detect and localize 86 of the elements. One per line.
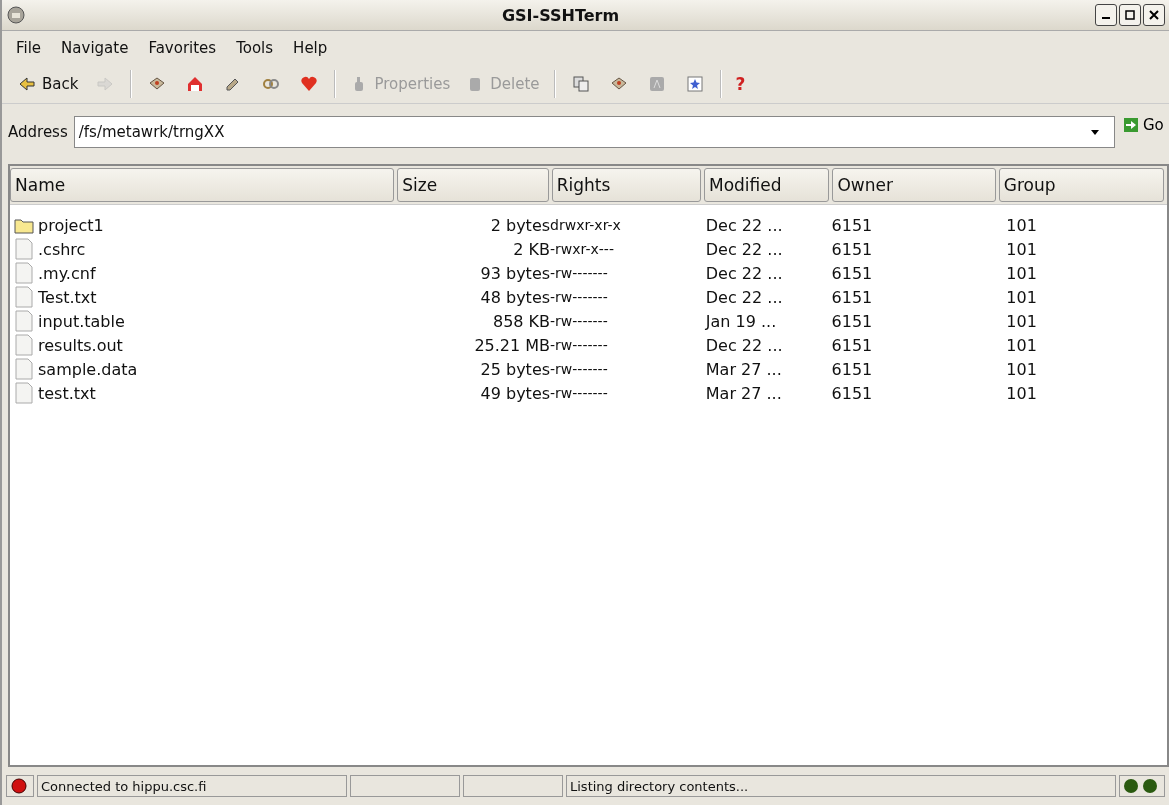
table-cell: 6151 (831, 383, 873, 403)
file-icon (14, 262, 34, 284)
arrow-right-icon (1123, 117, 1139, 133)
table-cell: 101 (1006, 287, 1037, 307)
column-header[interactable]: Group (998, 168, 1164, 202)
table-cell: 6151 (831, 263, 873, 283)
file-icon (14, 238, 34, 260)
table-cell: 101 (1006, 383, 1037, 403)
menu-item[interactable]: Help (287, 39, 342, 57)
table-cell: 48 bytes (480, 287, 551, 307)
table-cell: 25 bytes (480, 359, 551, 379)
address-label: Address (8, 123, 68, 141)
arrow-left-icon (18, 75, 36, 93)
folder-icon (14, 216, 34, 234)
maximize-icon (1125, 10, 1135, 20)
table-cell: -rw------- (550, 313, 608, 329)
minimize-icon (1102, 17, 1110, 19)
column-header[interactable]: Owner (832, 168, 996, 202)
table-cell: 101 (1006, 215, 1037, 235)
table-cell: drwxr-xr-x (550, 217, 621, 233)
status-activity: Listing directory contents... (566, 775, 1116, 797)
file-name[interactable]: Test.txt (38, 287, 97, 307)
table-cell: 6151 (831, 239, 873, 259)
file-icon (14, 382, 34, 404)
table-cell: 6151 (831, 287, 873, 307)
file-name[interactable]: test.txt (38, 383, 96, 403)
dropdown-arrow-icon[interactable] (1090, 128, 1100, 136)
file-name[interactable]: sample.data (38, 359, 138, 379)
menu-item[interactable]: Navigate (55, 39, 143, 57)
table-cell: 6151 (831, 359, 873, 379)
close-button[interactable] (1143, 4, 1165, 26)
table-cell: 858 KB (492, 311, 551, 331)
table-cell: Dec 22 ... (705, 239, 783, 259)
table-cell: 101 (1006, 359, 1037, 379)
table-cell: -rw------- (550, 265, 608, 281)
table-cell: Dec 22 ... (705, 287, 783, 307)
table-cell: 49 bytes (480, 383, 551, 403)
file-icon (14, 358, 34, 380)
table-cell: Dec 22 ... (705, 263, 783, 283)
file-name[interactable]: .my.cnf (38, 263, 96, 283)
go-button[interactable]: Go (1121, 116, 1169, 134)
column-header[interactable]: Name (10, 168, 395, 202)
table-cell: Dec 22 ... (705, 335, 783, 355)
table-cell: -rw------- (550, 361, 608, 377)
table-cell: 6151 (831, 335, 873, 355)
maximize-button[interactable] (1119, 4, 1141, 26)
table-cell: Jan 19 ... (705, 311, 777, 331)
table-cell: 2 KB (513, 239, 551, 259)
table-cell: 93 bytes (480, 263, 551, 283)
activity-lights-icon (1123, 778, 1159, 794)
toolbar-button[interactable]: Back (12, 71, 85, 97)
help-button[interactable]: ? (729, 70, 752, 98)
app-icon (6, 5, 26, 25)
column-header[interactable]: Modified (703, 168, 830, 202)
file-name[interactable]: results.out (38, 335, 123, 355)
table-cell: 25.21 MB (474, 335, 551, 355)
table-cell: 101 (1006, 239, 1037, 259)
table-cell: 101 (1006, 335, 1037, 355)
window-title: GSI-SSHTerm (500, 5, 621, 25)
table-cell: 101 (1006, 263, 1037, 283)
close-icon (1149, 10, 1159, 20)
table-cell: 6151 (831, 311, 873, 331)
table-cell: -rw------- (550, 385, 608, 401)
file-name[interactable]: input.table (38, 311, 125, 331)
table-cell: -rw------- (550, 289, 608, 305)
column-header[interactable]: Size (397, 168, 549, 202)
file-icon (14, 334, 34, 356)
status-message: Connected to hippu.csc.fi (37, 775, 347, 797)
address-field[interactable]: /fs/metawrk/trngXX (73, 116, 1115, 148)
table-cell: 101 (1006, 311, 1037, 331)
column-header[interactable]: Rights (551, 168, 701, 202)
file-icon (14, 286, 34, 308)
minimize-button[interactable] (1095, 4, 1117, 26)
file-icon (14, 310, 34, 332)
table-cell: -rwxr-x--- (550, 241, 614, 257)
menu-item[interactable]: File (10, 39, 56, 57)
table-cell: Dec 22 ... (705, 215, 783, 235)
table-cell: -rw------- (550, 337, 608, 353)
file-name[interactable]: project1 (38, 215, 104, 235)
menu-item[interactable]: Tools (230, 39, 288, 57)
file-name[interactable]: .cshrc (38, 239, 86, 259)
table-cell: 6151 (831, 215, 873, 235)
table-cell: Mar 27 ... (705, 359, 782, 379)
menu-item[interactable]: Favorites (142, 39, 231, 57)
table-cell: Mar 27 ... (705, 383, 782, 403)
table-cell: 2 bytes (490, 215, 551, 235)
